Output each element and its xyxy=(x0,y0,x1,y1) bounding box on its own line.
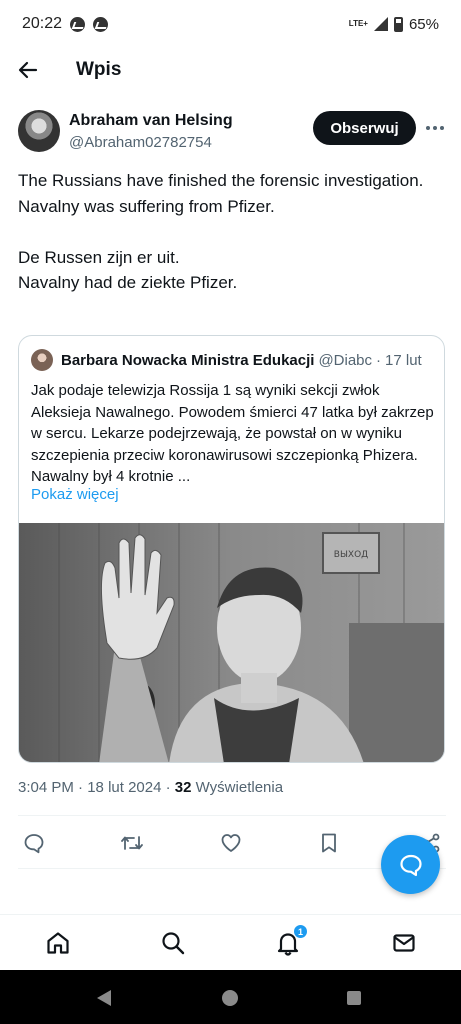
nav-home[interactable] xyxy=(43,928,73,958)
home-icon xyxy=(47,932,69,954)
quoted-author-name: Barbara Nowacka Ministra Edukacji xyxy=(61,351,315,369)
battery-icon xyxy=(393,16,403,32)
signal-icon xyxy=(373,17,388,31)
quoted-author-handle: @Diabc xyxy=(318,351,373,369)
network-type: LTE+ xyxy=(348,19,368,28)
circle-home-icon xyxy=(222,990,238,1006)
triangle-back-icon xyxy=(97,990,111,1006)
author-handle[interactable]: @Abraham02782754 xyxy=(69,134,212,151)
arrow-left-icon xyxy=(18,61,38,79)
page-title: Wpis xyxy=(76,59,122,80)
tweet-text: The Russians have finished the forensic … xyxy=(18,171,424,292)
meta-separator: · xyxy=(165,779,171,796)
nav-messages[interactable] xyxy=(389,928,419,958)
meta-separator: · xyxy=(78,779,84,796)
more-dot-icon xyxy=(440,126,444,130)
system-back-button[interactable] xyxy=(93,987,115,1009)
quoted-tweet-header: Barbara Nowacka Ministra Edukacji @Diabc… xyxy=(31,348,436,372)
avatar[interactable] xyxy=(18,110,60,152)
author-row: Abraham van Helsing @Abraham02782754 Obs… xyxy=(18,108,446,156)
more-options-button[interactable] xyxy=(423,116,447,140)
quoted-photo: ВЫХОД xyxy=(19,523,444,762)
status-right: LTE+ 65% xyxy=(349,16,439,33)
more-dot-icon xyxy=(426,126,430,130)
show-more-link[interactable]: Pokaż więcej xyxy=(31,486,119,503)
status-bar: 20:22 LTE+ 65% xyxy=(0,0,461,48)
nav-search[interactable] xyxy=(158,928,188,958)
compose-reply-icon xyxy=(399,854,422,876)
new-message-fab[interactable] xyxy=(381,835,440,894)
bookmark-icon xyxy=(322,833,336,853)
quoted-tweet-image[interactable]: ВЫХОД xyxy=(19,523,444,762)
reply-button[interactable] xyxy=(19,828,49,858)
status-left: 20:22 xyxy=(22,15,109,33)
like-button[interactable] xyxy=(216,828,246,858)
nav-notifications[interactable]: 1 xyxy=(273,924,308,958)
top-bar: Wpis xyxy=(0,48,461,92)
bottom-navigation: 1 xyxy=(0,914,461,970)
mail-icon xyxy=(393,934,415,952)
quoted-tweet-text: Jak podaje telewizja Rossija 1 są wyniki… xyxy=(31,382,434,485)
reply-icon xyxy=(24,834,44,854)
quoted-avatar xyxy=(31,349,53,371)
messenger-icon xyxy=(70,16,86,32)
messenger-icon xyxy=(93,16,109,32)
views-count: 32 xyxy=(174,779,192,796)
exit-sign-text: ВЫХОД xyxy=(334,550,368,560)
retweet-icon xyxy=(121,836,143,850)
tweet-meta: 3:04 PM · 18 lut 2024 · 32 Wyświetlenia xyxy=(18,779,283,796)
more-dot-icon xyxy=(433,126,437,130)
square-recents-icon xyxy=(347,991,361,1005)
retweet-button[interactable] xyxy=(117,828,147,858)
back-button[interactable] xyxy=(0,48,56,92)
bookmark-button[interactable] xyxy=(314,828,344,858)
battery-level: 65% xyxy=(408,15,439,33)
system-recents-button[interactable] xyxy=(343,987,365,1009)
follow-button[interactable]: Obserwuj xyxy=(313,111,416,145)
views-label[interactable]: Wyświetlenia xyxy=(196,779,283,796)
quoted-date: 17 lut xyxy=(385,351,422,369)
status-time: 20:22 xyxy=(22,15,63,32)
author-name[interactable]: Abraham van Helsing xyxy=(69,112,233,130)
notification-badge: 1 xyxy=(293,924,308,939)
tweet-time: 3:04 PM xyxy=(18,779,74,796)
divider xyxy=(18,815,446,816)
system-navigation-bar xyxy=(0,970,461,1024)
like-icon xyxy=(221,834,241,852)
quoted-tweet[interactable]: Barbara Nowacka Ministra Edukacji @Diabc… xyxy=(18,335,445,763)
tweet-date: 18 lut 2024 xyxy=(87,779,162,796)
search-icon xyxy=(162,932,185,955)
system-home-button[interactable] xyxy=(219,987,241,1009)
quoted-separator: · xyxy=(376,351,382,369)
